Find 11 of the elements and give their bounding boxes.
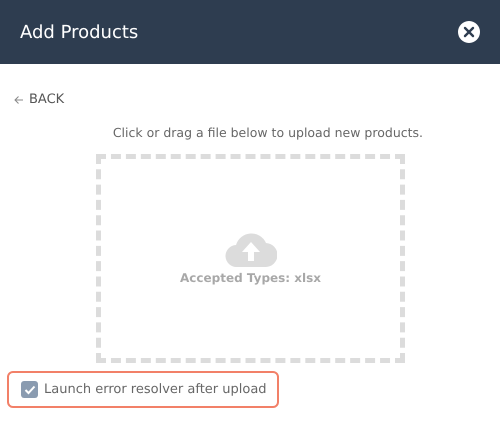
cloud-upload-icon (224, 232, 276, 266)
dialog-title: Add Products (20, 22, 138, 42)
checkmark-icon (24, 384, 36, 394)
close-icon (463, 26, 475, 38)
accepted-types-text: Accepted Types: xlsx (180, 270, 322, 284)
back-link[interactable]: BACK (14, 92, 64, 107)
close-button[interactable] (458, 21, 480, 43)
checkbox[interactable] (21, 381, 38, 398)
arrow-left-icon (14, 94, 24, 104)
checkbox-label: Launch error resolver after upload (44, 382, 267, 397)
instruction-text: Click or drag a file below to upload new products. (112, 125, 423, 140)
